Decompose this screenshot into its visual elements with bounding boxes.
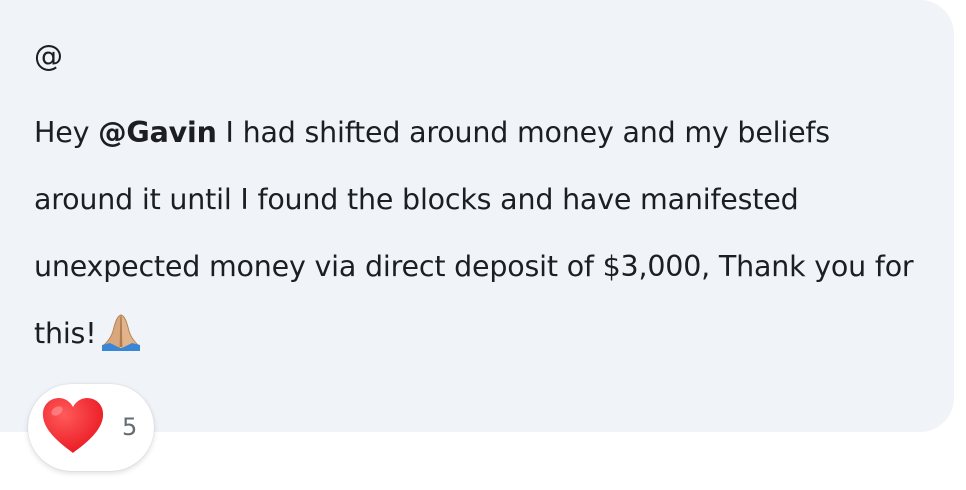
folded-hands-icon — [100, 308, 142, 375]
user-mention[interactable]: @Gavin — [98, 116, 217, 149]
comment-text: Hey @Gavin I had shifted around money an… — [34, 99, 924, 375]
reaction-count: 5 — [122, 413, 138, 441]
comment-bubble: @ Hey @Gavin I had shifted around money … — [0, 0, 954, 432]
heart-reaction-button[interactable]: 5 — [28, 384, 154, 471]
author-mention: @ — [34, 39, 63, 73]
comment-body: I had shifted around money and my belief… — [34, 116, 914, 350]
greeting-text: Hey — [34, 116, 99, 149]
heart-icon — [40, 396, 106, 456]
